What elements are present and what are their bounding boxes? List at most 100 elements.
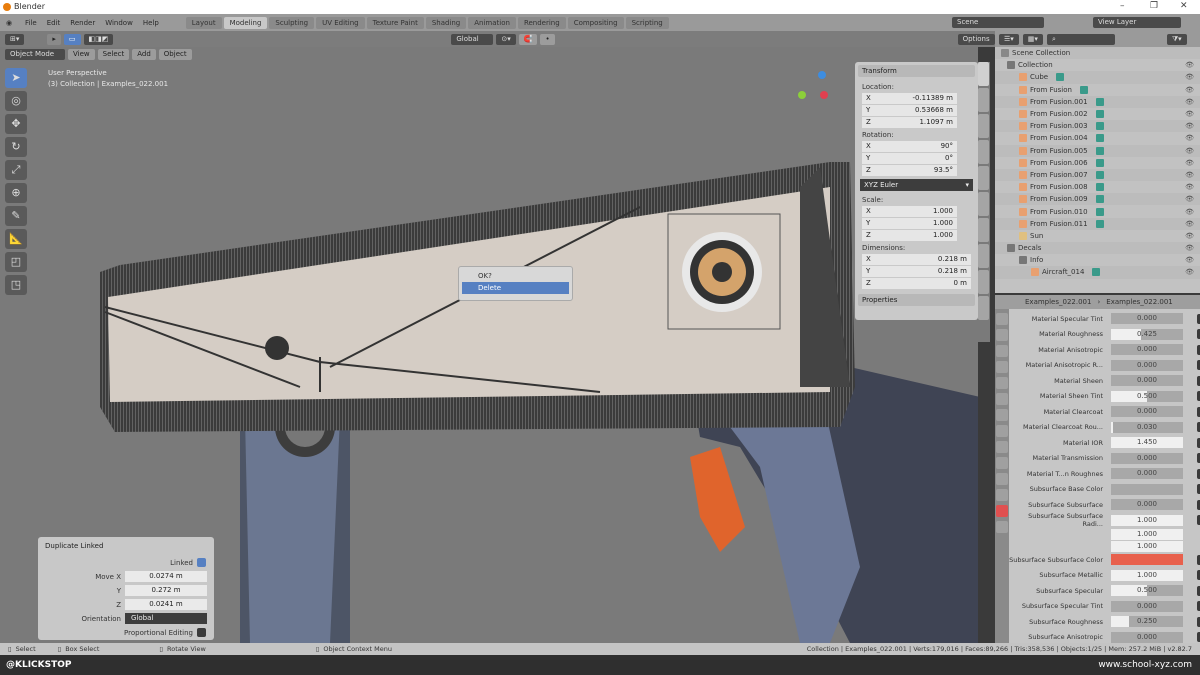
pivot-icon[interactable]: ⊙▾	[496, 33, 516, 45]
minimize-button[interactable]: –	[1120, 1, 1125, 11]
view-layer-tab-icon[interactable]	[996, 361, 1008, 373]
select-mode-new-icon[interactable]: ▭	[63, 33, 81, 45]
viewport-menu-view[interactable]: View	[68, 49, 95, 60]
scale-z-field[interactable]: Z 1.000	[862, 230, 957, 241]
tab-sculpting[interactable]: Sculpting	[269, 16, 315, 29]
outliner-row[interactable]: From Fusion.011 👁	[995, 217, 1200, 230]
property-value-field[interactable]: 0.000	[1111, 375, 1183, 387]
visibility-eye-icon[interactable]: 👁	[1185, 232, 1194, 240]
transform-panel-header[interactable]: Transform	[858, 65, 975, 77]
property-value-field[interactable]: 1.000	[1111, 569, 1183, 581]
filter-icon[interactable]: ⧩▾	[1166, 33, 1187, 45]
proportional-icon[interactable]: •	[540, 33, 555, 45]
outliner-row[interactable]: From Fusion.006 👁	[995, 157, 1200, 169]
visibility-eye-icon[interactable]: 👁	[1185, 195, 1194, 203]
cursor-tool-icon[interactable]: ◎	[5, 91, 27, 111]
outliner-row[interactable]: From Fusion.004 👁	[995, 132, 1200, 144]
visibility-eye-icon[interactable]: 👁	[1185, 98, 1194, 106]
property-value-field[interactable]	[1111, 483, 1183, 495]
visibility-eye-icon[interactable]: 👁	[1185, 171, 1194, 179]
outliner-row[interactable]: From Fusion.010 👁	[995, 205, 1200, 217]
constraints-tab-icon[interactable]	[996, 473, 1008, 485]
visibility-eye-icon[interactable]: 👁	[1185, 86, 1194, 94]
outliner-row[interactable]: Decals 👁	[995, 242, 1200, 255]
viewport-menu-object[interactable]: Object	[158, 49, 192, 60]
outliner-row[interactable]: From Fusion.009 👁	[995, 193, 1200, 206]
visibility-eye-icon[interactable]: 👁	[1185, 183, 1194, 191]
property-value-field[interactable]: 0.500	[1111, 390, 1183, 402]
operator-panel-title[interactable]: Duplicate Linked	[41, 540, 211, 552]
menu-window[interactable]: Window	[100, 18, 138, 28]
visibility-eye-icon[interactable]: 👁	[1185, 244, 1194, 252]
transform-tool-icon[interactable]: ⊕	[5, 183, 27, 203]
menu-edit[interactable]: Edit	[42, 18, 66, 28]
select-tool-icon[interactable]: ➤	[5, 68, 27, 88]
property-value-field[interactable]: 0.000	[1111, 344, 1183, 356]
tool-tab-icon[interactable]	[996, 313, 1008, 325]
move-x-field[interactable]: 0.0274 m	[125, 571, 207, 582]
orientation-dropdown[interactable]: Global	[125, 613, 207, 624]
location-x-field[interactable]: X -0.11389 m	[862, 93, 957, 104]
tab-rendering[interactable]: Rendering	[517, 16, 566, 29]
visibility-eye-icon[interactable]: 👁	[1185, 122, 1194, 130]
outliner-row[interactable]: Aircraft_014 👁	[995, 266, 1200, 279]
visibility-eye-icon[interactable]: 👁	[1185, 268, 1194, 276]
location-y-field[interactable]: Y 0.53668 m	[862, 105, 957, 116]
material-tab-icon[interactable]	[996, 505, 1008, 517]
tab-shading[interactable]: Shading	[425, 16, 467, 29]
visibility-eye-icon[interactable]: 👁	[1185, 159, 1194, 167]
delete-menu-item[interactable]: Delete	[462, 282, 569, 294]
property-value-field[interactable]: 1.450	[1111, 437, 1183, 449]
physics-tab-icon[interactable]	[996, 457, 1008, 469]
property-value-field[interactable]: 0.000	[1111, 406, 1183, 418]
scale-tool-icon[interactable]: ⤢	[5, 160, 27, 180]
outliner-row[interactable]: Cube 👁	[995, 71, 1200, 84]
rotation-mode-dropdown[interactable]: XYZ Euler ▾	[860, 179, 973, 191]
property-value-field[interactable]: 1.000	[1111, 540, 1183, 552]
tab-compositing[interactable]: Compositing	[567, 16, 624, 29]
menu-file[interactable]: File	[20, 18, 42, 28]
tab-texture-paint[interactable]: Texture Paint	[366, 16, 424, 29]
scene-collection-row[interactable]: Scene Collection	[995, 47, 1200, 60]
visibility-eye-icon[interactable]: 👁	[1185, 208, 1194, 216]
tab-layout[interactable]: Layout	[185, 16, 222, 29]
navigation-gizmo[interactable]	[798, 71, 828, 99]
properties-tabs[interactable]	[995, 309, 1009, 643]
sidebar-tabs[interactable]	[978, 62, 990, 342]
property-value-field[interactable]: 0.000	[1111, 499, 1183, 511]
outliner-row[interactable]: From Fusion.001 👁	[995, 95, 1200, 108]
add-cube-tool-icon[interactable]: ◰	[5, 252, 27, 272]
display-mode-button[interactable]: ▦▾	[1022, 33, 1043, 45]
visibility-eye-icon[interactable]: 👁	[1185, 73, 1194, 81]
property-value-field[interactable]: 0.000	[1111, 452, 1183, 464]
scene-tab-icon[interactable]	[996, 377, 1008, 389]
close-button[interactable]: ✕	[1180, 1, 1188, 11]
outliner-row[interactable]: Sun 👁	[995, 230, 1200, 242]
visibility-eye-icon[interactable]: 👁	[1185, 134, 1194, 142]
visibility-eye-icon[interactable]: 👁	[1185, 61, 1194, 69]
property-value-field[interactable]: 0.000	[1111, 313, 1183, 325]
outliner-row[interactable]: From Fusion.003 👁	[995, 120, 1200, 133]
annotate-tool-icon[interactable]: ✎	[5, 206, 27, 226]
properties-panel-header[interactable]: Properties	[858, 294, 975, 306]
linked-checkbox[interactable]	[197, 558, 206, 567]
editor-type-button[interactable]: ☰▾	[999, 33, 1019, 45]
scale-x-field[interactable]: X 1.000	[862, 206, 957, 217]
data-tab-icon[interactable]	[996, 489, 1008, 501]
tab-modeling[interactable]: Modeling	[223, 16, 268, 29]
rotation-z-field[interactable]: Z 93.5°	[862, 165, 957, 176]
rotate-tool-icon[interactable]: ↻	[5, 137, 27, 157]
rotation-y-field[interactable]: Y 0°	[862, 153, 957, 164]
maximize-button[interactable]: ❐	[1150, 1, 1158, 11]
location-z-field[interactable]: Z 1.1097 m	[862, 117, 957, 128]
outliner-search-input[interactable]: ⌕	[1046, 33, 1115, 45]
move-z-field[interactable]: 0.0241 m	[125, 599, 207, 610]
view-layer-selector[interactable]: View Layer	[1093, 17, 1181, 28]
property-value-field[interactable]: 0.000	[1111, 468, 1183, 480]
object-name[interactable]: Examples_022.001	[1025, 298, 1091, 306]
property-value-field[interactable]: 0.250	[1111, 616, 1183, 628]
material-name[interactable]: Examples_022.001	[1106, 298, 1172, 306]
outliner-row[interactable]: From Fusion 👁	[995, 84, 1200, 96]
property-value-field[interactable]: 1.000	[1111, 514, 1183, 526]
object-tab-icon[interactable]	[996, 409, 1008, 421]
